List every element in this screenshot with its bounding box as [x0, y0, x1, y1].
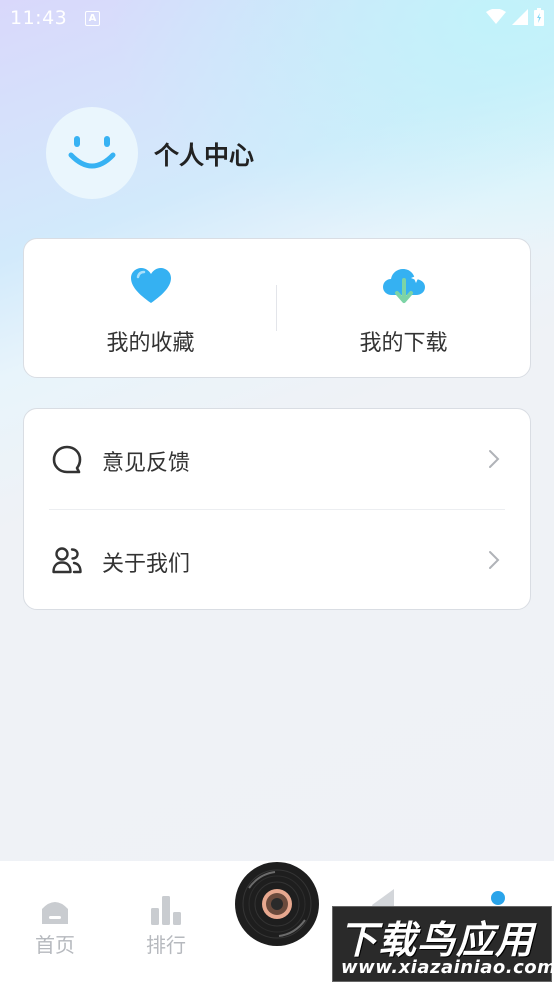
chat-bubble-icon — [52, 445, 82, 479]
chevron-right-icon — [488, 550, 500, 574]
downloads-button[interactable]: 我的下载 — [277, 239, 530, 377]
menu-card: 意见反馈 关于我们 — [23, 408, 531, 610]
cloud-download-icon — [382, 267, 426, 309]
avatar[interactable] — [46, 107, 138, 199]
feedback-label: 意见反馈 — [102, 451, 191, 476]
notification-a-icon: A — [85, 11, 100, 26]
status-bar: 11:43 A — [0, 0, 554, 36]
about-label: 关于我们 — [102, 552, 191, 577]
watermark-url: www.xiazainiao.com — [341, 957, 554, 978]
page-title: 个人中心 — [154, 141, 255, 170]
chevron-right-icon — [488, 449, 500, 473]
status-time: 11:43 — [10, 7, 68, 29]
bar-chart-icon — [126, 891, 206, 925]
users-icon — [52, 546, 82, 578]
now-playing-disc[interactable] — [235, 862, 319, 946]
tab-ranking[interactable]: 排行 — [126, 891, 206, 958]
signal-icon — [512, 9, 528, 25]
smiley-icon — [68, 136, 116, 169]
battery-icon — [534, 8, 544, 26]
wifi-icon — [486, 9, 506, 24]
watermark: 下载鸟应用 www.xiazainiao.com — [332, 906, 554, 982]
status-icons — [486, 8, 544, 26]
quick-actions-card: 我的收藏 我的下载 — [23, 238, 531, 378]
tab-home[interactable]: 首页 — [15, 891, 95, 958]
tab-ranking-label: 排行 — [146, 933, 186, 957]
menu-item-feedback[interactable]: 意见反馈 — [24, 409, 530, 509]
heart-icon — [130, 267, 172, 309]
watermark-title: 下载鸟应用 — [339, 918, 535, 962]
downloads-label: 我的下载 — [359, 331, 448, 356]
favorites-button[interactable]: 我的收藏 — [24, 239, 277, 377]
menu-item-about[interactable]: 关于我们 — [24, 510, 530, 610]
tab-home-label: 首页 — [35, 933, 75, 957]
home-icon — [15, 891, 95, 925]
favorites-label: 我的收藏 — [106, 331, 195, 356]
